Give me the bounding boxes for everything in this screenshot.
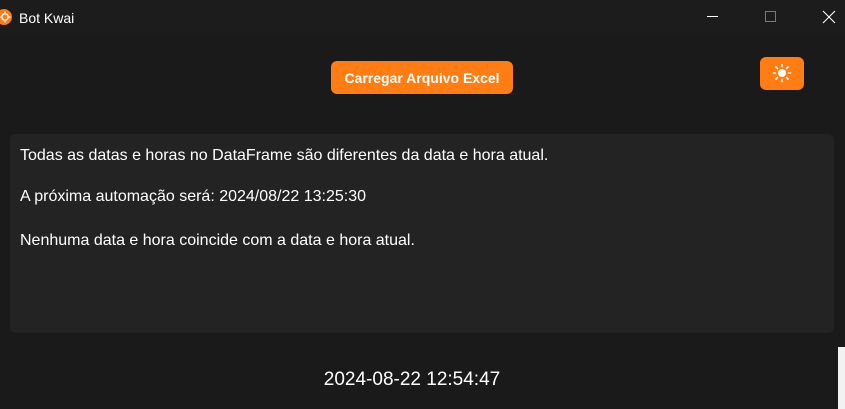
message-panel: Todas as datas e horas no DataFrame são … xyxy=(10,134,834,333)
scrollbar-edge xyxy=(838,347,845,409)
theme-toggle-button[interactable] xyxy=(760,57,804,90)
minimize-icon xyxy=(707,16,718,17)
load-excel-button[interactable]: Carregar Arquivo Excel xyxy=(331,61,513,94)
current-datetime-label: 2024-08-22 12:54:47 xyxy=(323,369,501,390)
next-automation-message: A próxima automação será: 2024/08/22 13:… xyxy=(20,188,367,205)
maximize-icon xyxy=(765,11,776,22)
title-bar[interactable]: Bot Kwai xyxy=(0,0,845,36)
close-icon xyxy=(822,10,836,24)
window-title: Bot Kwai xyxy=(19,10,75,26)
status-message: Todas as datas e horas no DataFrame são … xyxy=(20,147,549,164)
app-window: Bot Kwai Carregar Arquivo Excel Todas as… xyxy=(0,0,845,409)
match-status-message: Nenhuma data e hora coincide com a data … xyxy=(20,232,415,249)
maximize-button[interactable] xyxy=(748,0,794,32)
minimize-button[interactable] xyxy=(690,0,736,32)
kwai-logo-icon xyxy=(0,9,12,25)
close-button[interactable] xyxy=(806,0,845,32)
sun-icon xyxy=(772,63,792,83)
